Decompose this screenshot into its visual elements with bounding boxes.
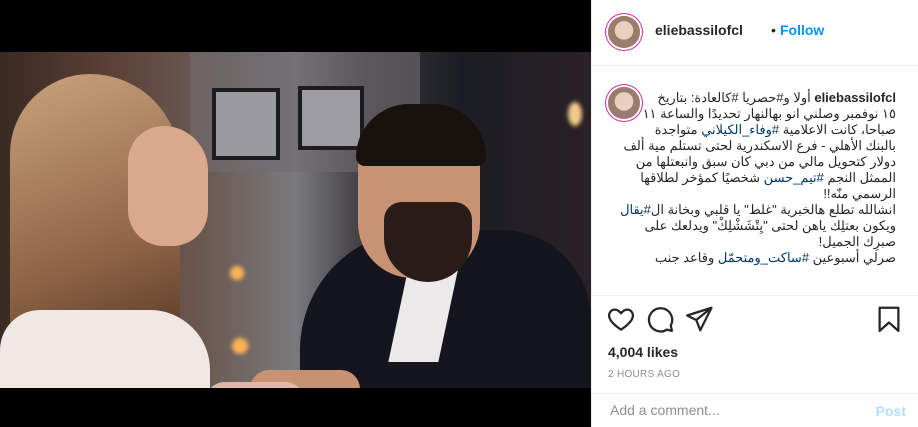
post-media-area bbox=[0, 0, 591, 427]
post-timestamp[interactable]: 2 HOURS AGO bbox=[608, 369, 680, 380]
photo-lamp-light bbox=[568, 102, 582, 126]
heart-icon[interactable] bbox=[606, 304, 636, 334]
paper-plane-icon[interactable] bbox=[684, 304, 714, 334]
caption-line-text: أولا و#حصريا #كالعادة: بتاريخ bbox=[657, 90, 811, 105]
likes-count[interactable]: 4,004 likes bbox=[608, 344, 678, 360]
header-separator: • bbox=[771, 22, 776, 38]
caption-line: الممثل النجم #تيم_حسن شخصيًا كمؤخر لطلاق… bbox=[640, 170, 896, 185]
photo-candle-light bbox=[230, 266, 244, 280]
follow-button[interactable]: Follow bbox=[780, 22, 824, 38]
comments-area[interactable]: eliebassilofcl أولا و#حصريا #كالعادة: بت… bbox=[592, 67, 918, 296]
photo-woman-hand bbox=[205, 382, 305, 388]
caption-line: دولار كتحويل مالي من دبي كان سبق وانبعتل… bbox=[635, 154, 896, 169]
add-comment-bar: Post bbox=[592, 393, 918, 427]
caption-line: eliebassilofcl أولا و#حصريا #كالعادة: بت… bbox=[608, 90, 896, 106]
caption-username[interactable]: eliebassilofcl bbox=[814, 90, 896, 105]
caption-line: صباحا، كانت الاعلامية #وفاء_الكيلاني متو… bbox=[654, 122, 896, 137]
caption-line: ١٥ نوفمبر وصلني انو بهالنهار تحديدًا وال… bbox=[642, 106, 896, 121]
post-side-panel: eliebassilofcl • Follow eliebassilofcl أ… bbox=[591, 0, 918, 427]
photo-woman-dress bbox=[0, 310, 210, 388]
comment-input[interactable] bbox=[608, 401, 862, 419]
photo-wall-frame bbox=[298, 86, 364, 150]
bookmark-icon[interactable] bbox=[874, 304, 904, 334]
post-comment-button[interactable]: Post bbox=[876, 403, 906, 419]
post-photo[interactable] bbox=[0, 52, 591, 388]
caption-line: صرلي أسبوعين #ساكت_ومتحمّل وقاعد جنب bbox=[654, 250, 896, 265]
photo-woman-face bbox=[128, 126, 208, 246]
photo-wall-frame bbox=[212, 88, 280, 160]
avatar[interactable] bbox=[608, 16, 640, 48]
caption-line: بالبنك الأهلي - فرع الاسكندرية لحتى تستل… bbox=[623, 138, 896, 153]
post-header: eliebassilofcl • Follow bbox=[592, 0, 918, 66]
caption-line: صبرِك الجميل! bbox=[818, 234, 896, 249]
comment-icon[interactable] bbox=[645, 304, 675, 334]
caption-text: eliebassilofcl أولا و#حصريا #كالعادة: بت… bbox=[608, 90, 896, 266]
header-username[interactable]: eliebassilofcl bbox=[655, 22, 743, 38]
post-actions bbox=[592, 304, 918, 340]
caption-line: ويكون بعتلِك ياهن لحتى "يِتْشَشْلِكْ" وي… bbox=[644, 218, 896, 233]
caption-line: انشالله تطلع هالخبرية "غلط" يا قلبي وبخا… bbox=[620, 202, 896, 217]
photo-candle-light bbox=[232, 338, 248, 354]
caption-line: الرسمي منّه!! bbox=[823, 186, 896, 201]
